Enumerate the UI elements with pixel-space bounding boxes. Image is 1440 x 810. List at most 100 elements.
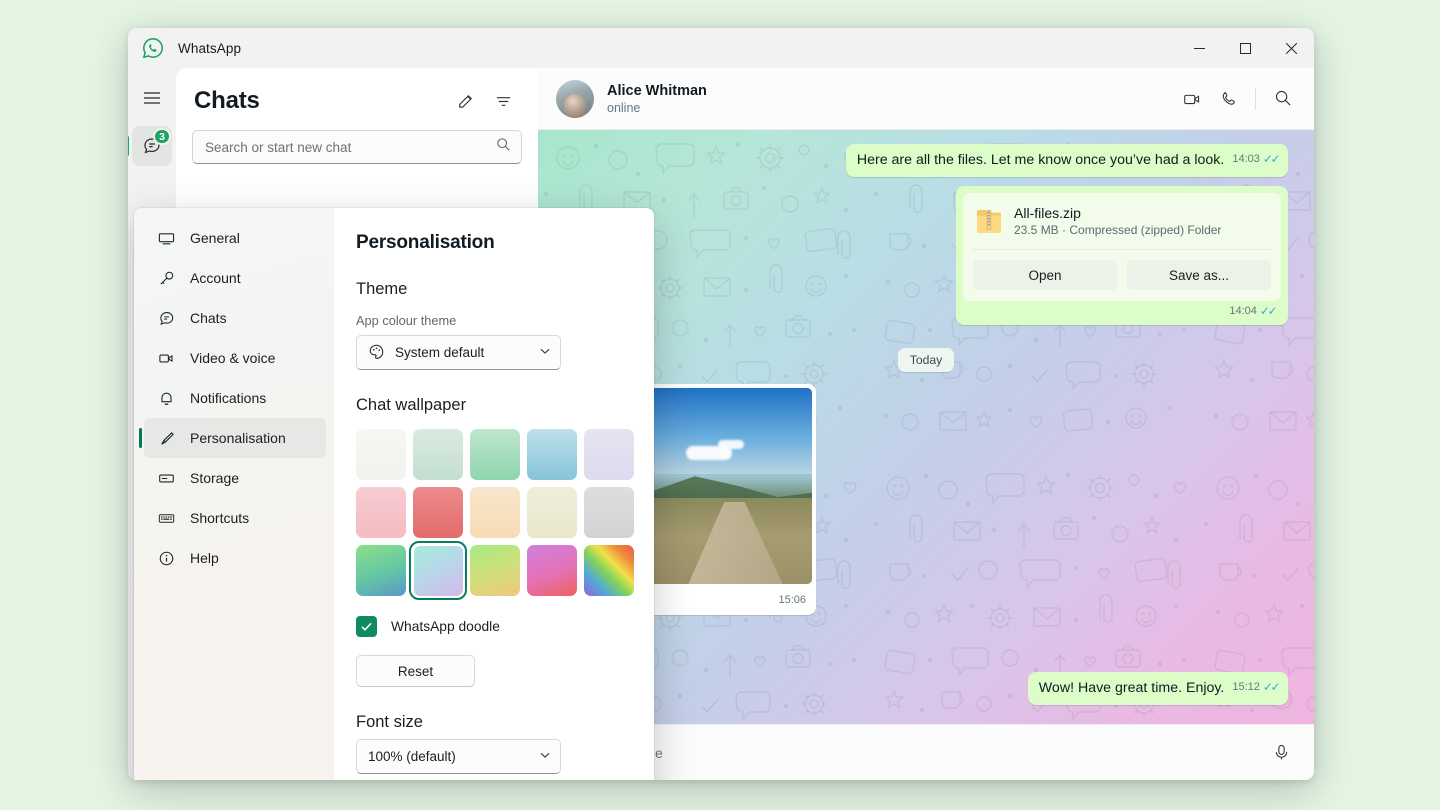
file-info: All-files.zip 23.5 MB · Compressed (zipp…: [1014, 205, 1221, 237]
window-body: 3 Chats: [128, 68, 1314, 780]
search-placeholder: Search or start new chat: [205, 140, 496, 155]
close-button[interactable]: [1268, 28, 1314, 68]
wallpaper-swatch-w9[interactable]: [527, 487, 577, 538]
video-call-icon[interactable]: [1175, 82, 1209, 116]
sidebar-item-notifications[interactable]: Notifications: [144, 378, 326, 418]
theme-value: System default: [395, 345, 484, 360]
sidebar-item-account[interactable]: Account: [144, 258, 326, 298]
sidebar-item-personalisation[interactable]: Personalisation: [144, 418, 326, 458]
message-time: 15:12: [1232, 678, 1260, 697]
avatar[interactable]: [556, 80, 594, 118]
wallpaper-swatch-w12[interactable]: [413, 545, 463, 596]
maximize-button[interactable]: [1222, 28, 1268, 68]
message-meta: 15:12 ✓✓: [1232, 678, 1278, 697]
messages-scroll[interactable]: Here are all the files. Let me know once…: [538, 130, 1314, 724]
panel-title: Personalisation: [356, 232, 628, 254]
day-chip: Today: [898, 348, 955, 372]
status-badge: online: [607, 101, 707, 115]
wallpaper-swatch-w8[interactable]: [470, 487, 520, 538]
meta-group: 14:04 ✓✓: [1229, 304, 1275, 318]
sidebar-item-storage[interactable]: Storage: [144, 458, 326, 498]
wallpaper-swatch-w10[interactable]: [584, 487, 634, 538]
wallpaper-swatch-w5[interactable]: [584, 429, 634, 480]
wallpaper-swatch-w4[interactable]: [527, 429, 577, 480]
font-size-section-heading: Font size: [356, 713, 628, 732]
theme-section-heading: Theme: [356, 280, 628, 299]
minimize-button[interactable]: [1176, 28, 1222, 68]
wallpaper-swatch-w14[interactable]: [527, 545, 577, 596]
sidebar-item-shortcuts[interactable]: Shortcuts: [144, 498, 326, 538]
wallpaper-swatch-w11[interactable]: [356, 545, 406, 596]
contact-name: Alice Whitman: [607, 83, 707, 99]
search-input[interactable]: Search or start new chat: [192, 130, 522, 164]
wallpaper-swatch-w7[interactable]: [413, 487, 463, 538]
message-text: Wow! Have great time. Enjoy.: [1039, 679, 1225, 698]
sidebar-item-label: Video & voice: [190, 350, 275, 366]
whatsapp-doodle-row[interactable]: WhatsApp doodle: [356, 616, 628, 637]
conversation-header: Alice Whitman online: [538, 68, 1314, 130]
doodle-label: WhatsApp doodle: [391, 619, 500, 634]
read-receipt-icon: ✓✓: [1260, 304, 1275, 318]
sidebar-item-label: Chats: [190, 310, 227, 326]
palette-icon: [368, 343, 385, 363]
zip-folder-icon: [976, 206, 1002, 236]
sidebar-item-help[interactable]: Help: [144, 538, 326, 578]
new-chat-icon[interactable]: [448, 84, 482, 118]
app-colour-theme-select[interactable]: System default: [356, 335, 561, 370]
message-bubble-text[interactable]: Wow! Have great time. Enjoy. 15:12 ✓✓: [1028, 672, 1288, 705]
filter-icon[interactable]: [486, 84, 520, 118]
wallpaper-swatch-w15[interactable]: [584, 545, 634, 596]
wallpaper-swatch-w3[interactable]: [470, 429, 520, 480]
keyboard-icon: [156, 510, 176, 527]
sidebar-item-label: Shortcuts: [190, 510, 249, 526]
photo-cloud: [718, 440, 744, 449]
video-camera-icon: [156, 350, 176, 367]
message-meta: 14:04 ✓✓: [963, 301, 1281, 322]
whatsapp-logo-icon: [142, 37, 164, 59]
search-icon[interactable]: [1266, 82, 1300, 116]
message-bubble-text[interactable]: Here are all the files. Let me know once…: [846, 144, 1288, 177]
theme-field-label: App colour theme: [356, 313, 628, 328]
messages-area: Here are all the files. Let me know once…: [538, 130, 1314, 724]
sidebar-item-label: Help: [190, 550, 219, 566]
message-text: Here are all the files. Let me know once…: [857, 151, 1225, 170]
file-meta: 23.5 MB · Compressed (zipped) Folder: [1014, 223, 1221, 237]
message-composer: Type a message: [538, 724, 1314, 780]
sidebar-item-video-voice[interactable]: Video & voice: [144, 338, 326, 378]
voice-call-icon[interactable]: [1211, 82, 1245, 116]
sidebar-item-label: General: [190, 230, 240, 246]
font-size-select[interactable]: 100% (default): [356, 739, 561, 774]
sidebar-item-label: Personalisation: [190, 430, 286, 446]
wallpaper-swatch-w1[interactable]: [356, 429, 406, 480]
paintbrush-icon: [156, 430, 176, 447]
search-icon: [496, 137, 511, 157]
sidebar-item-chats[interactable]: Chats: [144, 298, 326, 338]
wallpaper-swatch-w2[interactable]: [413, 429, 463, 480]
message-row: Wow! Have great time. Enjoy. 15:12 ✓✓: [564, 672, 1288, 705]
title-bar: WhatsApp: [128, 28, 1314, 68]
info-icon: [156, 550, 176, 567]
wallpaper-swatch-w6[interactable]: [356, 487, 406, 538]
message-time: 14:03: [1232, 150, 1260, 169]
wallpaper-section-heading: Chat wallpaper: [356, 396, 628, 415]
doodle-checkbox[interactable]: [356, 616, 377, 637]
contact-meta: Alice Whitman online: [607, 83, 707, 115]
save-as-button[interactable]: Save as...: [1127, 260, 1271, 290]
sidebar-item-chats[interactable]: 3: [132, 126, 172, 166]
message-time: 15:06: [778, 594, 806, 606]
message-bubble-file[interactable]: All-files.zip 23.5 MB · Compressed (zipp…: [956, 186, 1288, 325]
file-card: All-files.zip 23.5 MB · Compressed (zipp…: [963, 193, 1281, 301]
conversation-pane: Alice Whitman online: [538, 68, 1314, 780]
message-input[interactable]: Type a message: [560, 745, 1264, 761]
file-head: All-files.zip 23.5 MB · Compressed (zipp…: [963, 193, 1281, 249]
sidebar-item-general[interactable]: General: [144, 218, 326, 258]
reset-button[interactable]: Reset: [356, 655, 475, 687]
hamburger-menu-icon[interactable]: [132, 78, 172, 118]
microphone-icon[interactable]: [1264, 736, 1298, 770]
whatsapp-window: WhatsApp: [128, 28, 1314, 780]
sidebar-item-label: Notifications: [190, 390, 266, 406]
wallpaper-swatch-w13[interactable]: [470, 545, 520, 596]
bubble-body: Here are all the files. Let me know once…: [846, 144, 1288, 177]
bubble-body: Wow! Have great time. Enjoy. 15:12 ✓✓: [1028, 672, 1288, 705]
open-file-button[interactable]: Open: [973, 260, 1117, 290]
